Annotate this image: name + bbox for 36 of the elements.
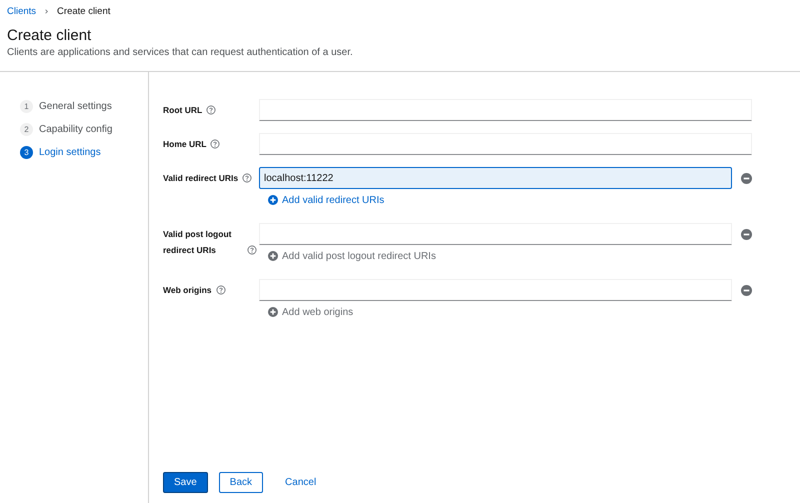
help-icon[interactable] — [216, 285, 226, 295]
breadcrumb-link[interactable]: Clients — [7, 6, 36, 16]
step-number: 1 — [20, 100, 33, 112]
help-icon[interactable] — [242, 173, 252, 183]
url-field[interactable] — [259, 223, 732, 245]
save-button[interactable]: Save — [163, 472, 208, 493]
page-description: Clients are applications and services that can request authentication of a user. — [7, 47, 354, 58]
step-number: 3 — [20, 146, 33, 158]
field-label: Home URL — [163, 138, 206, 151]
cancel-link[interactable]: Cancel — [274, 472, 328, 493]
back-button[interactable]: Back — [218, 472, 264, 493]
field-label: Web origins — [163, 284, 212, 297]
remove-icon[interactable] — [741, 172, 752, 184]
remove-icon[interactable] — [741, 284, 752, 296]
plus-icon — [268, 307, 278, 317]
field-label: Root URL — [163, 104, 202, 117]
step-number: 2 — [20, 122, 33, 136]
add-link[interactable]: Add valid redirect URIs — [268, 189, 384, 211]
breadcrumb-current: Create client — [57, 6, 110, 16]
help-icon[interactable] — [206, 105, 216, 115]
field-label: Valid post logout redirect URIs — [163, 228, 232, 257]
wizard-step[interactable]: 1 General settings — [20, 98, 112, 114]
field-label: Valid redirect URIs — [163, 172, 238, 185]
page-title: Create client — [7, 27, 92, 45]
help-icon[interactable] — [210, 139, 220, 149]
url-field[interactable] — [259, 99, 752, 121]
wizard-step[interactable]: 2 Capability config — [20, 121, 112, 137]
url-field[interactable]: localhost:11222 — [259, 167, 732, 189]
help-icon[interactable] — [247, 245, 257, 255]
plus-icon — [268, 195, 278, 205]
url-field[interactable] — [259, 279, 732, 301]
wizard-step[interactable]: 3 Login settings — [20, 144, 101, 160]
url-field[interactable] — [259, 133, 752, 155]
chevron-icon — [43, 8, 50, 14]
remove-icon[interactable] — [741, 228, 752, 240]
plus-icon — [268, 251, 278, 261]
